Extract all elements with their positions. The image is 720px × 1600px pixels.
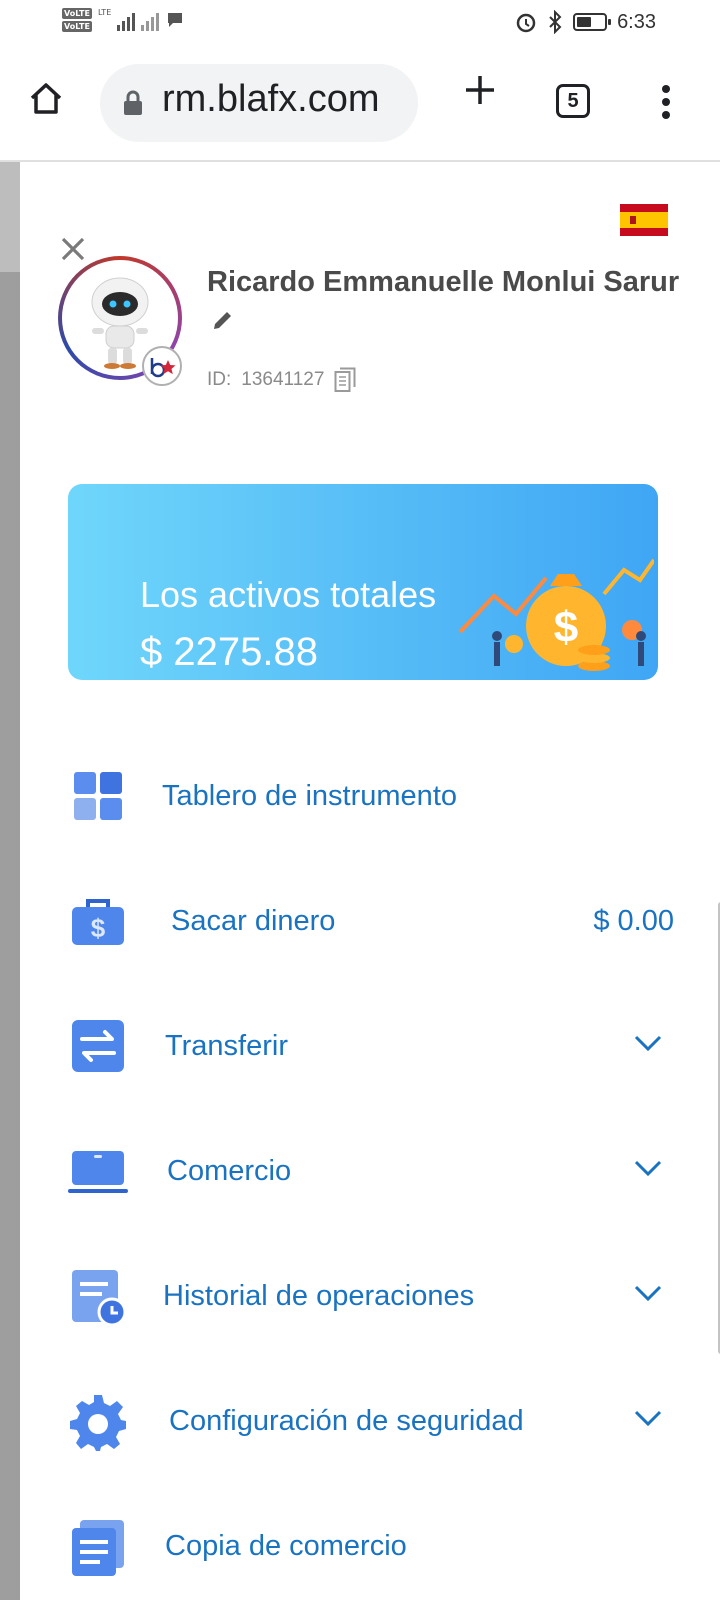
status-bar: VoLTE VoLTE LTE 6:33 [0,0,720,48]
menu-item-transfer[interactable]: Transferir [60,1000,680,1090]
menu-item-withdraw[interactable]: $ Sacar dinero $ 0.00 [60,875,680,965]
signal-icon [117,9,136,31]
lte-label: LTE [97,8,112,17]
history-icon [72,1270,127,1326]
page-overlay[interactable] [0,162,20,1600]
volte-indicators: VoLTE VoLTE [62,8,92,32]
lock-icon [124,90,142,115]
signal-icon-2 [141,9,160,31]
total-assets-card[interactable]: Los activos totales $ 2275.88 $ [68,484,658,680]
close-icon[interactable] [60,236,86,262]
chevron-down-icon[interactable] [634,1159,662,1177]
rank-badge-icon [142,346,182,386]
menu-item-copy-trade[interactable]: Copia de comercio [60,1500,680,1590]
bluetooth-icon [549,10,562,34]
alarm-icon [516,13,536,33]
menu-item-dashboard[interactable]: Tablero de instrumento [60,750,680,840]
menu-label-dashboard: Tablero de instrumento [162,780,457,812]
battery-icon [573,13,612,31]
chat-bubble-icon [168,13,183,27]
id-value: 13641127 [241,369,325,390]
transfer-icon [72,1020,124,1072]
menu-label-withdraw: Sacar dinero [171,905,336,937]
address-bar[interactable]: rm.blafx.com [100,64,418,142]
copy-icon[interactable] [334,367,356,393]
new-tab-icon[interactable] [462,72,498,108]
clock: 6:33 [617,10,656,33]
menu-label-copy-trade: Copia de comercio [165,1530,407,1562]
more-options-icon[interactable] [660,84,672,120]
menu-item-security[interactable]: Configuración de seguridad [60,1375,680,1465]
total-assets-title: Los activos totales [140,574,437,615]
gear-icon [70,1395,126,1451]
copy-trade-icon [72,1520,124,1576]
menu-label-security: Configuración de seguridad [169,1405,524,1437]
side-drawer: Ricardo Emmanuelle Monlui Sarur ID: 1364… [20,162,720,1600]
browser-toolbar: rm.blafx.com 5 [0,48,720,162]
spain-flag-icon[interactable] [620,204,668,236]
menu-item-trade[interactable]: Comercio [60,1125,680,1215]
status-right: 6:33 [515,10,656,34]
chevron-down-icon[interactable] [634,1034,662,1052]
user-name: Ricardo Emmanuelle Monlui Sarur [207,266,680,298]
total-assets-amount: $ 2275.88 [140,630,318,674]
menu-label-transfer: Transferir [165,1030,288,1062]
pencil-icon[interactable] [211,308,235,332]
url-text: rm.blafx.com [162,78,380,120]
laptop-icon [68,1151,128,1193]
id-label: ID: [207,369,232,390]
withdraw-amount: $ 0.00 [593,905,674,937]
money-bag-illustration-icon: $ [458,558,654,671]
moon-icon [194,13,202,27]
svg-text:$: $ [554,603,578,652]
status-left: VoLTE VoLTE LTE [62,8,205,32]
svg-text:$: $ [91,913,106,943]
volte-badge-2: VoLTE [62,21,92,32]
wallet-icon: $ [72,899,124,945]
tab-switcher-button[interactable]: 5 [556,84,590,118]
menu-label-trade: Comercio [167,1155,292,1187]
menu-item-history[interactable]: Historial de operaciones [60,1250,680,1340]
chevron-down-icon[interactable] [634,1284,662,1302]
home-icon[interactable] [26,78,66,118]
dashboard-icon [74,772,122,820]
user-id-row: ID: 13641127 [207,367,356,393]
chevron-down-icon[interactable] [634,1409,662,1427]
menu-label-history: Historial de operaciones [163,1280,475,1312]
volte-badge-1: VoLTE [62,8,92,19]
